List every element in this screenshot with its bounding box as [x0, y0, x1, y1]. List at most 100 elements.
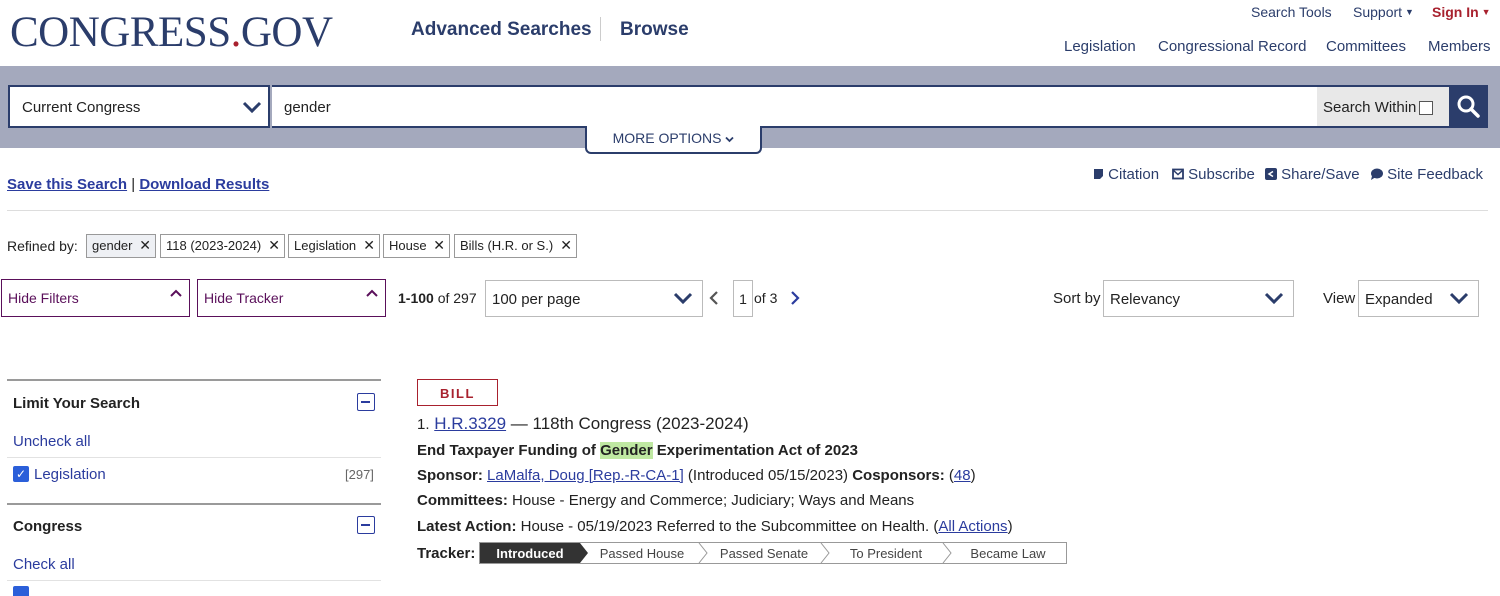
bill-title-start: End Taxpayer Funding of	[417, 442, 601, 459]
envelope-icon	[1172, 168, 1184, 180]
paren-open: (	[944, 467, 954, 484]
per-page-value: 100 per page	[492, 291, 581, 308]
more-options-toggle[interactable]: MORE OPTIONS	[585, 126, 762, 154]
committees-value: House - Energy and Commerce; Judiciary; …	[507, 492, 915, 509]
chevron-down-icon	[1264, 292, 1284, 305]
all-actions-link[interactable]: All Actions	[938, 518, 1007, 535]
bill-title-end: Experimentation Act of 2023	[652, 442, 858, 459]
share-save-label: Share/Save	[1281, 166, 1360, 183]
committees-line: Committees: House - Energy and Commerce;…	[417, 492, 914, 509]
filter-chip[interactable]: Bills (H.R. or S.) ✕	[454, 234, 577, 258]
support-label: Support	[1353, 4, 1403, 20]
close-icon[interactable]: ✕	[139, 237, 151, 254]
filter-chip[interactable]: Legislation ✕	[288, 234, 380, 258]
facet-divider	[7, 503, 381, 505]
speech-bubble-icon	[1371, 168, 1383, 180]
sort-select[interactable]: Relevancy	[1103, 280, 1294, 317]
search-input[interactable]: gender	[272, 85, 1318, 128]
bill-link[interactable]: H.R.3329	[434, 414, 506, 433]
cosponsors-link[interactable]: 48	[954, 467, 971, 484]
hide-tracker-button[interactable]: Hide Tracker	[197, 279, 386, 317]
refined-by-label: Refined by:	[7, 238, 78, 254]
per-page-select[interactable]: 100 per page	[485, 280, 703, 317]
share-save-tool[interactable]: Share/Save	[1265, 166, 1360, 183]
sign-in-menu[interactable]: Sign In ▼	[1432, 4, 1491, 20]
site-feedback-tool[interactable]: Site Feedback	[1370, 166, 1483, 183]
congress-select[interactable]: Current Congress	[8, 85, 270, 128]
view-value: Expanded	[1365, 291, 1433, 308]
citation-tool[interactable]: Citation	[1093, 166, 1159, 183]
congress-gov-logo[interactable]: CONGRESS.GOV	[10, 8, 333, 57]
search-query: gender	[284, 99, 331, 116]
bill-title: End Taxpayer Funding of Gender Experimen…	[417, 442, 858, 459]
filter-chip[interactable]: 118 (2023-2024) ✕	[160, 234, 285, 258]
search-tools-link[interactable]: Search Tools	[1251, 4, 1332, 20]
congress-checkbox[interactable]	[13, 586, 29, 596]
hide-filters-button[interactable]: Hide Filters	[1, 279, 190, 317]
more-options-label: MORE OPTIONS	[612, 130, 722, 146]
check-all-link[interactable]: Check all	[13, 556, 75, 573]
filter-chip-label: Bills (H.R. or S.)	[460, 238, 554, 253]
latest-action-value: House - 05/19/2023 Referred to the Subco…	[516, 518, 939, 535]
facet-separator	[7, 457, 381, 458]
chevron-down-icon	[673, 292, 693, 305]
nav-browse[interactable]: Browse	[620, 19, 689, 41]
close-icon[interactable]: ✕	[268, 237, 280, 254]
close-icon[interactable]: ✕	[433, 237, 445, 254]
search-within-toggle[interactable]: Search Within	[1317, 85, 1449, 128]
logo-dot: .	[230, 9, 242, 56]
subnav-congressional-record[interactable]: Congressional Record	[1158, 38, 1306, 55]
chevron-left-icon[interactable]	[708, 290, 720, 306]
actions-separator: |	[131, 176, 136, 193]
nav-divider	[600, 17, 601, 41]
view-label: View	[1323, 290, 1356, 307]
result-number: 1.	[417, 416, 430, 433]
logo-text: CONGRESS	[10, 9, 231, 56]
hide-tracker-label: Hide Tracker	[204, 290, 284, 306]
subscribe-tool[interactable]: Subscribe	[1172, 166, 1255, 183]
uncheck-all-link[interactable]: Uncheck all	[13, 433, 91, 450]
legislation-checkbox[interactable]: ✓	[13, 466, 29, 482]
chevron-down-icon	[242, 101, 262, 114]
close-icon[interactable]: ✕	[560, 237, 572, 254]
citation-icon	[1094, 169, 1103, 179]
subnav-members[interactable]: Members	[1428, 38, 1491, 55]
search-actions: Save this Search | Download Results	[7, 176, 269, 193]
subnav-legislation[interactable]: Legislation	[1064, 38, 1136, 55]
chevron-up-icon	[366, 289, 378, 297]
search-highlight: Gender	[600, 442, 653, 459]
site-feedback-label: Site Feedback	[1387, 166, 1484, 183]
tracker-arrows	[580, 543, 952, 563]
close-icon[interactable]: ✕	[363, 237, 375, 254]
search-within-checkbox[interactable]	[1419, 101, 1434, 115]
sponsor-label: Sponsor:	[417, 467, 483, 484]
legislation-facet-count: [297]	[345, 467, 374, 482]
results-range: 1-100	[398, 290, 434, 306]
chevron-down-icon	[1449, 292, 1469, 305]
sponsor-line: Sponsor: LaMalfa, Doug [Rep.-R-CA-1] (In…	[417, 467, 976, 484]
bill-type-badge: BILL	[417, 379, 498, 406]
sponsor-link[interactable]: LaMalfa, Doug [Rep.-R-CA-1]	[487, 467, 684, 484]
chevron-right-icon[interactable]	[789, 290, 801, 306]
subscribe-label: Subscribe	[1188, 166, 1255, 183]
results-total: of 297	[437, 290, 477, 306]
download-results-link[interactable]: Download Results	[139, 176, 269, 193]
collapse-icon[interactable]	[357, 516, 375, 534]
chevron-down-icon: ▼	[1481, 7, 1491, 17]
filter-chip[interactable]: gender ✕	[86, 234, 156, 258]
legislation-facet-label[interactable]: Legislation	[34, 466, 106, 483]
search-button[interactable]	[1449, 85, 1488, 128]
subnav-committees[interactable]: Committees	[1326, 38, 1406, 55]
nav-advanced-searches[interactable]: Advanced Searches	[411, 19, 592, 41]
support-menu[interactable]: Support ▼	[1353, 4, 1414, 20]
chevron-down-icon: ▼	[1405, 7, 1414, 17]
save-search-link[interactable]: Save this Search	[7, 176, 127, 193]
latest-action-line: Latest Action: House - 05/19/2023 Referr…	[417, 518, 1013, 535]
citation-label: Citation	[1108, 166, 1160, 183]
page-number-input[interactable]: 1	[733, 280, 753, 317]
collapse-icon[interactable]	[357, 393, 375, 411]
view-select[interactable]: Expanded	[1358, 280, 1479, 317]
results-count: 1-100 of 297	[398, 290, 477, 306]
filter-chip[interactable]: House ✕	[383, 234, 450, 258]
facet-divider	[7, 379, 381, 381]
